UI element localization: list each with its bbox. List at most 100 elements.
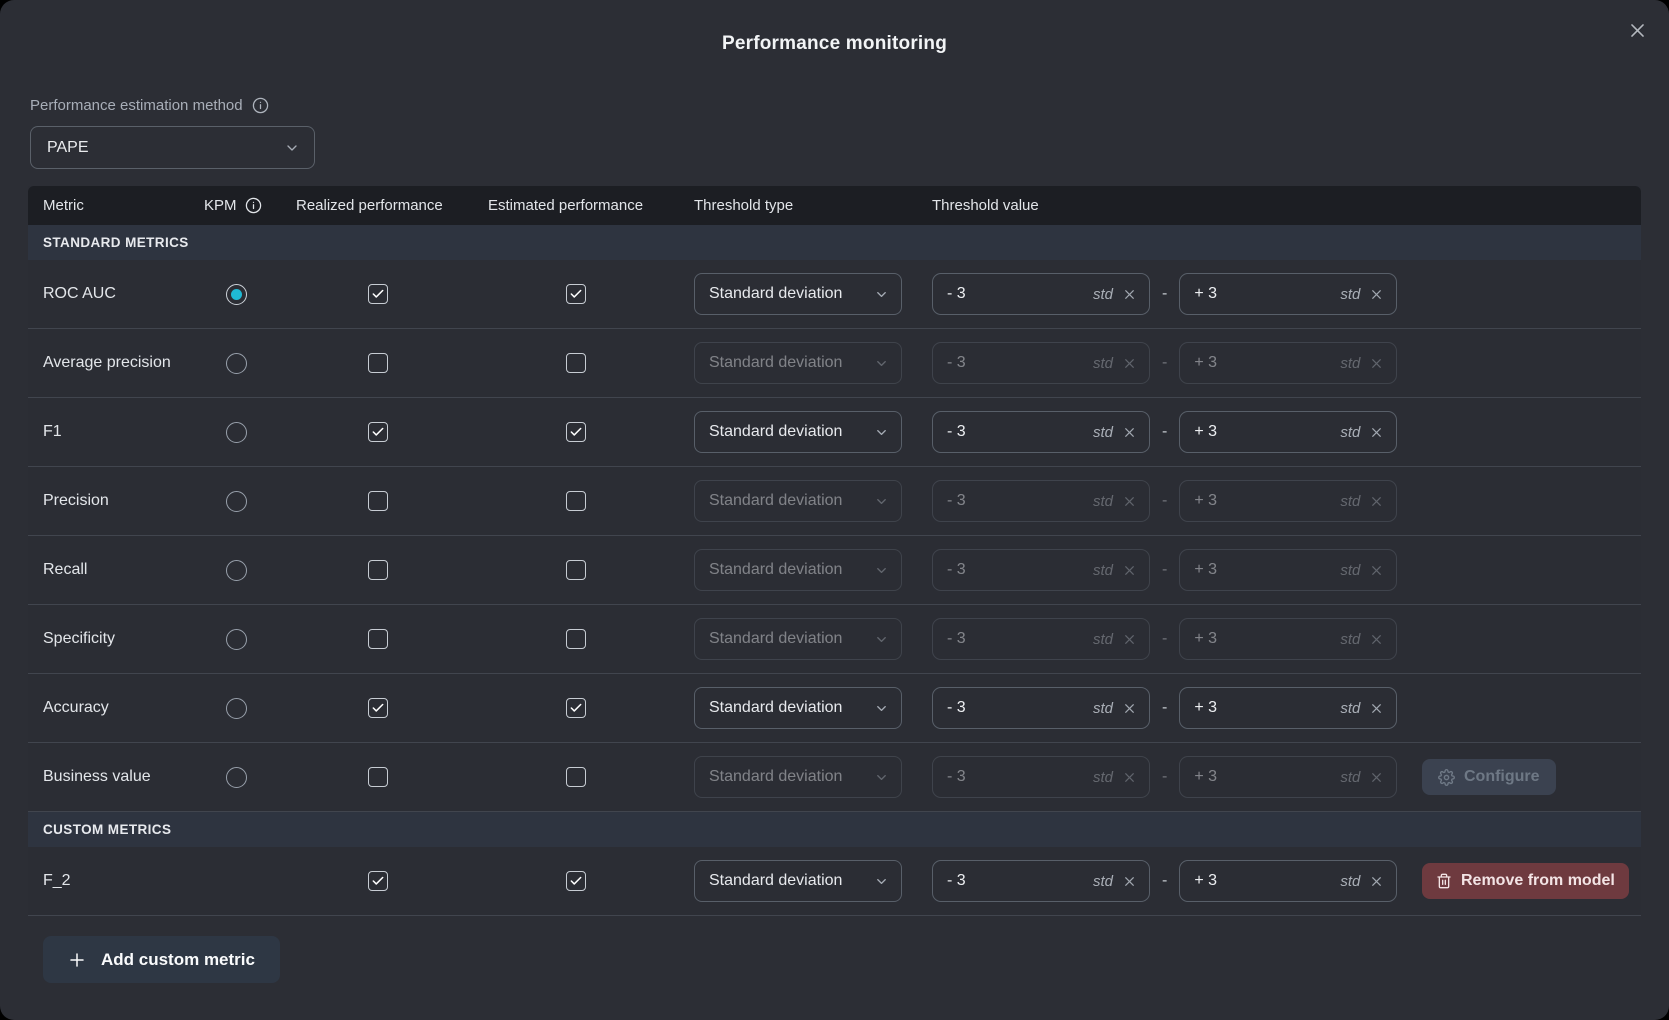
clear-value-icon[interactable] xyxy=(1123,702,1136,715)
threshold-unit: std xyxy=(1093,493,1113,510)
kpm-radio[interactable] xyxy=(226,698,247,719)
check-icon xyxy=(569,425,583,439)
estimation-method-select[interactable]: PAPE xyxy=(30,126,315,169)
realized-performance-checkbox[interactable] xyxy=(368,560,388,580)
estimated-performance-checkbox[interactable] xyxy=(566,284,586,304)
threshold-upper-input[interactable]: + 3 std xyxy=(1179,756,1397,798)
kpm-info-icon[interactable] xyxy=(245,197,262,214)
info-icon[interactable] xyxy=(252,97,269,114)
threshold-unit: std xyxy=(1340,424,1360,441)
configure-button[interactable]: Configure xyxy=(1422,759,1556,795)
estimated-performance-checkbox[interactable] xyxy=(566,422,586,442)
column-header-estimated: Estimated performance xyxy=(474,197,678,214)
threshold-upper-value: + 3 xyxy=(1194,354,1330,372)
threshold-lower-value: - 3 xyxy=(947,285,1083,303)
kpm-radio[interactable] xyxy=(226,491,247,512)
clear-value-icon[interactable] xyxy=(1370,633,1383,646)
threshold-type-select[interactable]: Standard deviation xyxy=(694,618,902,660)
threshold-lower-input[interactable]: - 3 std xyxy=(932,480,1150,522)
realized-performance-checkbox[interactable] xyxy=(368,698,388,718)
estimated-performance-checkbox[interactable] xyxy=(566,767,586,787)
threshold-lower-input[interactable]: - 3 std xyxy=(932,549,1150,591)
threshold-lower-input[interactable]: - 3 std xyxy=(932,273,1150,315)
threshold-lower-input[interactable]: - 3 std xyxy=(932,860,1150,902)
threshold-type-select[interactable]: Standard deviation xyxy=(694,273,902,315)
table-row: Precision Standard deviation - 3 xyxy=(28,467,1641,536)
threshold-type-select[interactable]: Standard deviation xyxy=(694,411,902,453)
realized-performance-checkbox[interactable] xyxy=(368,422,388,442)
threshold-upper-input[interactable]: + 3 std xyxy=(1179,411,1397,453)
threshold-lower-input[interactable]: - 3 std xyxy=(932,342,1150,384)
threshold-unit: std xyxy=(1340,562,1360,579)
estimated-performance-checkbox[interactable] xyxy=(566,698,586,718)
estimated-performance-checkbox[interactable] xyxy=(566,560,586,580)
estimated-performance-checkbox[interactable] xyxy=(566,491,586,511)
clear-value-icon[interactable] xyxy=(1370,564,1383,577)
chevron-down-icon xyxy=(874,494,889,509)
chevron-down-icon xyxy=(874,874,889,889)
estimated-performance-checkbox[interactable] xyxy=(566,629,586,649)
kpm-radio[interactable] xyxy=(226,767,247,788)
kpm-radio[interactable] xyxy=(226,353,247,374)
clear-value-icon[interactable] xyxy=(1123,875,1136,888)
clear-value-icon[interactable] xyxy=(1370,426,1383,439)
clear-value-icon[interactable] xyxy=(1370,875,1383,888)
realized-performance-checkbox[interactable] xyxy=(368,353,388,373)
clear-value-icon[interactable] xyxy=(1123,357,1136,370)
kpm-radio[interactable] xyxy=(226,422,247,443)
threshold-unit: std xyxy=(1340,700,1360,717)
threshold-lower-value: - 3 xyxy=(947,872,1083,890)
threshold-type-select[interactable]: Standard deviation xyxy=(694,549,902,591)
threshold-type-select[interactable]: Standard deviation xyxy=(694,687,902,729)
threshold-type-select[interactable]: Standard deviation xyxy=(694,342,902,384)
kpm-radio[interactable] xyxy=(226,629,247,650)
threshold-lower-input[interactable]: - 3 std xyxy=(932,687,1150,729)
clear-value-icon[interactable] xyxy=(1370,288,1383,301)
kpm-radio[interactable] xyxy=(226,560,247,581)
threshold-upper-input[interactable]: + 3 std xyxy=(1179,618,1397,660)
estimated-performance-checkbox[interactable] xyxy=(566,871,586,891)
clear-value-icon[interactable] xyxy=(1370,357,1383,370)
threshold-upper-input[interactable]: + 3 std xyxy=(1179,687,1397,729)
clear-value-icon[interactable] xyxy=(1123,426,1136,439)
realized-performance-checkbox[interactable] xyxy=(368,284,388,304)
threshold-lower-input[interactable]: - 3 std xyxy=(932,756,1150,798)
threshold-upper-input[interactable]: + 3 std xyxy=(1179,342,1397,384)
clear-value-icon[interactable] xyxy=(1123,771,1136,784)
remove-from-model-button[interactable]: Remove from model xyxy=(1422,863,1629,899)
clear-value-icon[interactable] xyxy=(1370,495,1383,508)
section-label: STANDARD METRICS xyxy=(43,235,189,250)
threshold-upper-input[interactable]: + 3 std xyxy=(1179,480,1397,522)
clear-value-icon[interactable] xyxy=(1123,495,1136,508)
threshold-type-select[interactable]: Standard deviation xyxy=(694,480,902,522)
realized-performance-checkbox[interactable] xyxy=(368,629,388,649)
add-custom-metric-button[interactable]: Add custom metric xyxy=(43,936,280,983)
table-row: F_2 Standard deviation - 3 s xyxy=(28,847,1641,916)
metric-name: F1 xyxy=(28,423,62,441)
threshold-unit: std xyxy=(1093,873,1113,890)
threshold-lower-input[interactable]: - 3 std xyxy=(932,411,1150,453)
clear-value-icon[interactable] xyxy=(1370,771,1383,784)
close-button[interactable] xyxy=(1624,17,1650,43)
threshold-upper-input[interactable]: + 3 std xyxy=(1179,549,1397,591)
estimated-performance-checkbox[interactable] xyxy=(566,353,586,373)
threshold-type-select[interactable]: Standard deviation xyxy=(694,860,902,902)
kpm-radio[interactable] xyxy=(226,284,247,305)
clear-value-icon[interactable] xyxy=(1123,288,1136,301)
realized-performance-checkbox[interactable] xyxy=(368,491,388,511)
realized-performance-checkbox[interactable] xyxy=(368,871,388,891)
clear-value-icon[interactable] xyxy=(1123,564,1136,577)
table-row: Accuracy Standard deviation - 3 xyxy=(28,674,1641,743)
threshold-lower-input[interactable]: - 3 std xyxy=(932,618,1150,660)
threshold-type-select[interactable]: Standard deviation xyxy=(694,756,902,798)
threshold-unit: std xyxy=(1340,286,1360,303)
clear-value-icon[interactable] xyxy=(1123,633,1136,646)
realized-performance-checkbox[interactable] xyxy=(368,767,388,787)
table-row: ROC AUC Standard deviation - 3 xyxy=(28,260,1641,329)
clear-value-icon[interactable] xyxy=(1370,702,1383,715)
table-row: Specificity Standard deviation - 3 xyxy=(28,605,1641,674)
chevron-down-icon xyxy=(874,425,889,440)
threshold-unit: std xyxy=(1093,424,1113,441)
threshold-upper-input[interactable]: + 3 std xyxy=(1179,273,1397,315)
threshold-upper-input[interactable]: + 3 std xyxy=(1179,860,1397,902)
